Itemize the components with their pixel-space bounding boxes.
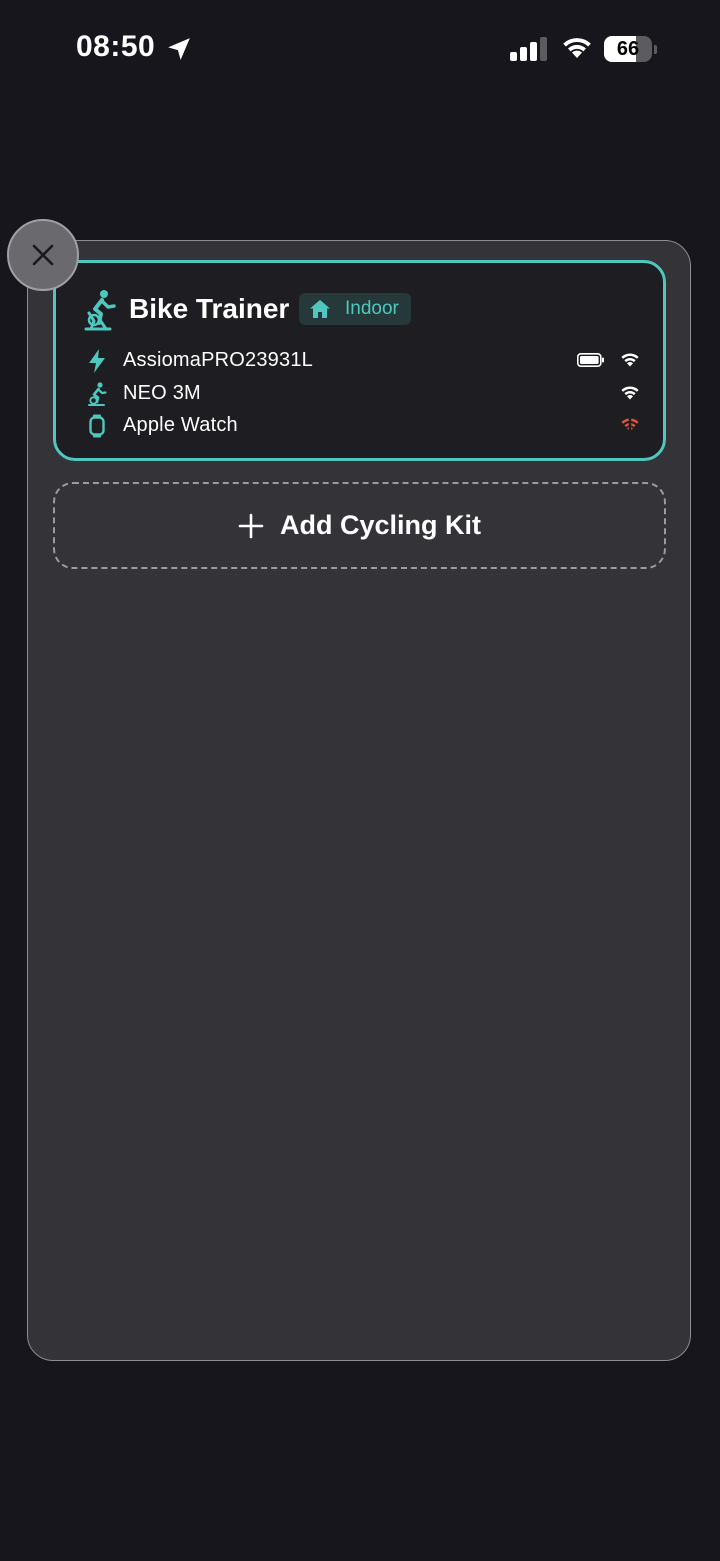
device-row: NEO 3M bbox=[82, 380, 642, 410]
device-battery-icon bbox=[577, 353, 604, 367]
device-name: AssiomaPRO23931L bbox=[123, 349, 313, 371]
bolt-icon bbox=[89, 349, 105, 373]
add-kit-label: Add Cycling Kit bbox=[280, 510, 481, 540]
location-arrow-icon bbox=[168, 38, 190, 60]
kit-card-bike-trainer[interactable]: Bike Trainer Indoor AssiomaPRO23931L NEO… bbox=[53, 260, 666, 461]
kit-type-badge: Indoor bbox=[299, 293, 411, 325]
cellular-signal-icon bbox=[510, 37, 547, 61]
status-bar: 08:50 66 bbox=[0, 0, 720, 100]
home-icon bbox=[310, 300, 330, 318]
wifi-icon bbox=[563, 38, 591, 58]
watch-icon bbox=[89, 414, 105, 438]
device-row: AssiomaPRO23931L bbox=[82, 347, 642, 377]
plus-icon bbox=[238, 513, 264, 538]
cyclist-icon bbox=[84, 290, 116, 331]
kit-badge-label: Indoor bbox=[345, 298, 399, 319]
close-icon bbox=[32, 244, 54, 266]
device-row: Apple Watch bbox=[82, 412, 642, 442]
device-signal-icon bbox=[621, 386, 639, 400]
device-signal-icon bbox=[621, 353, 639, 367]
device-name: NEO 3M bbox=[123, 382, 201, 404]
battery-level: 66 bbox=[616, 38, 640, 60]
trainer-icon bbox=[88, 382, 107, 406]
status-time: 08:50 bbox=[76, 30, 156, 63]
close-button[interactable] bbox=[7, 219, 79, 291]
kit-title: Bike Trainer bbox=[129, 293, 290, 324]
device-signal-off-icon bbox=[621, 416, 639, 433]
device-name: Apple Watch bbox=[123, 414, 238, 436]
battery-icon: 66 bbox=[604, 36, 657, 62]
add-cycling-kit-button[interactable]: Add Cycling Kit bbox=[53, 482, 666, 569]
